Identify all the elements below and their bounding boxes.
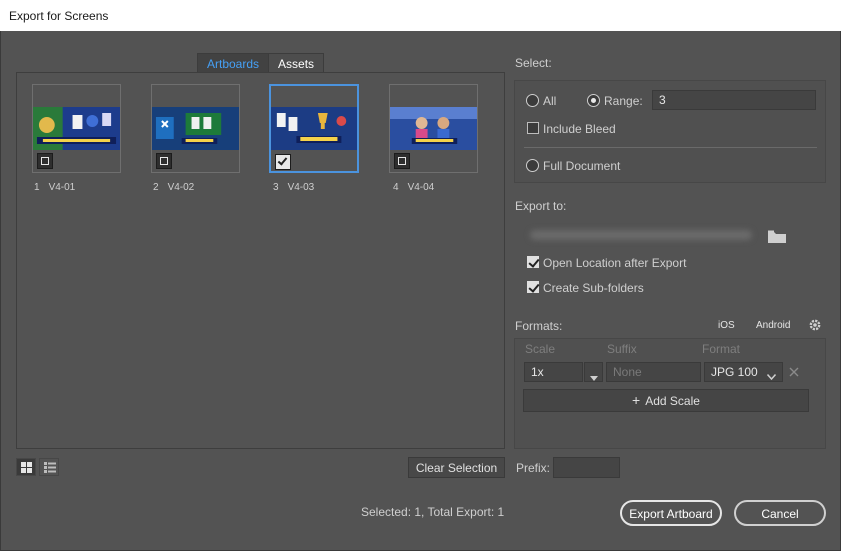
export-path-blurred	[530, 230, 752, 240]
chevron-down-icon	[766, 369, 777, 383]
cancel-button[interactable]: Cancel	[734, 500, 826, 526]
open-location-label: Open Location after Export	[543, 256, 687, 270]
artboard-label-1: 1 V4-01	[34, 182, 75, 193]
add-scale-button[interactable]: + Add Scale	[523, 389, 809, 412]
create-subfolders-label: Create Sub-folders	[543, 281, 644, 295]
formats-heading: Formats:	[515, 319, 563, 333]
artboard-grid-panel: 1 V4-01 2 V4-02 3 V4-03 4 V4-04	[16, 72, 505, 449]
select-heading: Select:	[515, 56, 552, 70]
tab-assets[interactable]: Assets	[269, 53, 325, 72]
android-preset-button[interactable]: Android	[756, 320, 790, 331]
add-scale-label: Add Scale	[645, 394, 700, 408]
chevron-down-icon	[590, 370, 598, 384]
format-column-header: Format	[702, 342, 741, 356]
full-document-label: Full Document	[543, 159, 621, 173]
format-select[interactable]: JPG 100	[704, 362, 783, 382]
artboard-number: 1	[34, 182, 40, 193]
artboard-thumbnail-1[interactable]	[32, 84, 121, 173]
grid-view-button[interactable]	[16, 458, 36, 476]
artboard-name: V4-01	[48, 182, 76, 193]
artboard-number: 2	[153, 182, 159, 193]
scale-dropdown-button[interactable]	[584, 362, 603, 382]
range-input[interactable]: 3	[652, 90, 816, 110]
create-subfolders-checkbox[interactable]	[527, 281, 539, 293]
artboard-preview-image	[390, 107, 477, 150]
radio-all-label: All	[543, 94, 557, 108]
radio-all[interactable]	[526, 94, 539, 107]
artboard-thumbnail-3[interactable]	[269, 84, 359, 173]
prefix-input[interactable]	[553, 457, 620, 478]
artboard-checkbox[interactable]	[394, 153, 410, 169]
grid-view-icon	[21, 462, 32, 476]
export-to-heading: Export to:	[515, 199, 567, 213]
gear-icon[interactable]	[808, 318, 822, 335]
artboard-name: V4-03	[287, 182, 315, 193]
window-title: Export for Screens	[9, 9, 109, 23]
export-artboard-button[interactable]: Export Artboard	[620, 500, 722, 526]
radio-range-label: Range:	[604, 94, 643, 108]
remove-scale-icon[interactable]	[789, 366, 799, 380]
select-divider	[524, 147, 817, 148]
include-bleed-label: Include Bleed	[543, 122, 616, 136]
artboard-label-2: 2 V4-02	[153, 182, 194, 193]
ios-preset-button[interactable]: iOS	[718, 320, 735, 331]
artboards-assets-tabs: Artboards Assets	[197, 53, 325, 72]
plus-icon: +	[632, 392, 641, 408]
suffix-input[interactable]: None	[606, 362, 701, 382]
artboard-preview-image	[33, 107, 120, 150]
artboard-label-4: 4 V4-04	[393, 182, 434, 193]
suffix-column-header: Suffix	[607, 342, 637, 356]
radio-range[interactable]	[587, 94, 600, 107]
artboard-name: V4-02	[167, 182, 195, 193]
tab-artboards[interactable]: Artboards	[197, 53, 270, 72]
artboard-thumbnail-2[interactable]	[151, 84, 240, 173]
artboard-name: V4-04	[407, 182, 435, 193]
radio-full-document[interactable]	[526, 159, 539, 172]
artboard-thumbnail-4[interactable]	[389, 84, 478, 173]
artboard-label-3: 3 V4-03	[273, 182, 314, 193]
open-location-checkbox[interactable]	[527, 256, 539, 268]
artboard-number: 3	[273, 182, 279, 193]
list-view-button[interactable]	[39, 458, 59, 476]
list-view-icon	[44, 462, 56, 476]
scale-input[interactable]: 1x	[524, 362, 583, 382]
title-bar: Export for Screens	[0, 0, 841, 31]
artboard-checkbox[interactable]	[37, 153, 53, 169]
selection-status: Selected: 1, Total Export: 1	[361, 505, 505, 519]
artboard-number: 4	[393, 182, 399, 193]
artboard-preview-image	[152, 107, 239, 150]
format-select-value: JPG 100	[711, 365, 758, 379]
artboard-checkbox[interactable]	[156, 153, 172, 169]
artboard-preview-image	[271, 107, 357, 150]
include-bleed-checkbox[interactable]	[527, 122, 539, 134]
folder-icon[interactable]	[768, 230, 786, 246]
prefix-label: Prefix:	[516, 461, 551, 475]
clear-selection-button[interactable]: Clear Selection	[408, 457, 505, 478]
scale-column-header: Scale	[525, 342, 556, 356]
artboard-checkbox[interactable]	[275, 154, 291, 170]
